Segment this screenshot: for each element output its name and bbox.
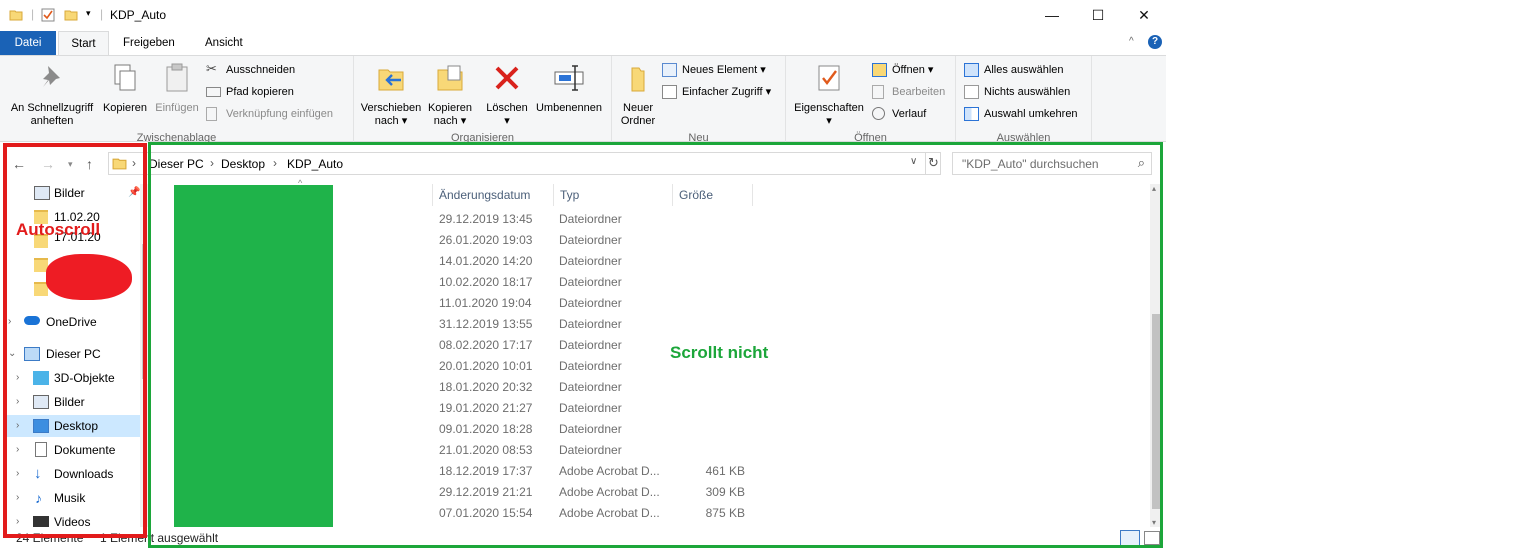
edit-button[interactable]: Bearbeiten — [872, 83, 945, 101]
paste-shortcut-label: Verknüpfung einfügen — [226, 108, 334, 120]
collapse-ribbon-icon[interactable]: ^ — [1129, 36, 1134, 47]
paste-shortcut-icon — [206, 107, 217, 121]
copy-to-button[interactable]: Kopieren nach ▾ — [424, 62, 476, 128]
select-all-button[interactable]: Alles auswählen — [964, 61, 1064, 79]
title-bar: | ▾ | KDP_Auto — ☐ ✕ — [0, 0, 1166, 31]
select-all-label: Alles auswählen — [984, 64, 1064, 76]
tab-datei[interactable]: Datei — [0, 31, 56, 55]
copy-path-label: Pfad kopieren — [226, 86, 294, 98]
easy-access-label: Einfacher Zugriff — [682, 86, 763, 98]
new-item-icon — [662, 63, 677, 77]
move-label-2: nach ▾ — [374, 115, 408, 127]
invert-selection-button[interactable]: Auswahl umkehren — [964, 105, 1078, 123]
rename-icon — [554, 65, 584, 91]
ribbon-tabs: Datei Start Freigeben Ansicht ^ ? — [0, 31, 1166, 56]
invert-selection-icon — [964, 107, 979, 121]
folder-icon — [9, 10, 23, 21]
move-to-button[interactable]: Verschieben nach ▾ — [358, 62, 424, 128]
ribbon: An Schnellzugriff anheften Kopieren Einf… — [0, 55, 1166, 144]
edit-icon — [872, 85, 884, 99]
delete-label: Löschen — [486, 102, 528, 114]
separator: | — [100, 7, 104, 21]
invert-selection-label: Auswahl umkehren — [984, 108, 1078, 120]
easy-access-button[interactable]: Einfacher Zugriff ▾ — [662, 83, 771, 101]
paste-button[interactable]: Einfügen — [152, 62, 202, 115]
annotation-autoscroll: Autoscroll — [16, 220, 101, 239]
window-title: KDP_Auto — [110, 8, 167, 22]
rename-label: Umbenennen — [535, 102, 603, 114]
group-organize: Verschieben nach ▾ Kopieren nach ▾ Lösch… — [354, 56, 612, 144]
properties-icon — [818, 65, 840, 91]
pin-label-1: An Schnellzugriff — [10, 102, 94, 114]
new-item-label: Neues Element — [682, 64, 758, 76]
close-button[interactable]: ✕ — [1121, 0, 1166, 31]
delete-button[interactable]: Löschen ▾ — [484, 62, 530, 128]
new-folder-icon — [631, 67, 645, 92]
properties-icon[interactable] — [41, 8, 55, 22]
pin-label-2: anheften — [30, 115, 74, 127]
separator: | — [31, 7, 35, 21]
copy-to-label-2: nach ▾ — [433, 115, 467, 127]
copy-folder-icon — [437, 65, 463, 91]
pin-quick-access-button[interactable]: An Schnellzugriff anheften — [6, 62, 98, 128]
cut-button[interactable]: ✂ Ausschneiden — [206, 61, 295, 79]
open-button[interactable]: Öffnen ▾ — [872, 61, 933, 79]
paste-label: Einfügen — [155, 102, 199, 114]
scissors-icon: ✂ — [206, 61, 217, 76]
properties-dropdown-icon[interactable]: ▾ — [790, 115, 868, 128]
rename-button[interactable]: Umbenennen — [532, 62, 606, 115]
group-open: Eigenschaften ▾ Öffnen ▾ Bearbeiten Verl… — [786, 56, 956, 144]
new-folder-button[interactable]: Neuer Ordner — [616, 62, 660, 128]
new-folder-label-1: Neuer — [623, 102, 653, 114]
copy-label: Kopieren — [102, 102, 148, 114]
move-label-1: Verschieben — [360, 102, 422, 114]
properties-label: Eigenschaften — [794, 102, 864, 114]
new-item-button[interactable]: Neues Element ▾ — [662, 61, 766, 79]
tab-ansicht[interactable]: Ansicht — [193, 31, 255, 55]
tab-start[interactable]: Start — [58, 31, 109, 56]
paste-shortcut-button[interactable]: Verknüpfung einfügen — [206, 105, 333, 123]
chevron-down-icon[interactable]: ▾ — [86, 8, 91, 19]
history-button[interactable]: Verlauf — [872, 105, 926, 123]
group-clipboard: An Schnellzugriff anheften Kopieren Einf… — [0, 56, 354, 144]
select-all-icon — [964, 63, 979, 77]
minimize-button[interactable]: — — [1029, 0, 1075, 31]
group-new: Neuer Ordner Neues Element ▾ Einfacher Z… — [612, 56, 786, 144]
new-folder-icon[interactable] — [64, 8, 78, 22]
copy-to-label-1: Kopieren — [427, 102, 473, 114]
annotation-scrollt-nicht: Scrollt nicht — [670, 343, 769, 362]
pin-icon — [43, 66, 60, 87]
copy-path-icon — [206, 87, 221, 97]
history-label: Verlauf — [892, 108, 927, 120]
no-scroll-highlight-box — [148, 142, 1163, 548]
edit-label: Bearbeiten — [892, 86, 946, 98]
move-folder-icon — [378, 69, 404, 91]
copy-button[interactable]: Kopieren — [100, 62, 150, 115]
select-none-icon — [964, 85, 979, 99]
select-none-label: Nichts auswählen — [984, 86, 1071, 98]
copy-path-button[interactable]: Pfad kopieren — [206, 83, 294, 101]
delete-dropdown-icon[interactable]: ▾ — [484, 115, 530, 128]
delete-icon — [495, 66, 519, 90]
paste-icon — [166, 63, 188, 92]
new-folder-label-2: Ordner — [620, 115, 656, 127]
open-label: Öffnen — [892, 64, 925, 76]
cut-label: Ausschneiden — [226, 64, 296, 76]
help-icon[interactable]: ? — [1148, 35, 1162, 49]
open-folder-icon — [872, 63, 887, 77]
easy-access-icon — [662, 85, 677, 99]
properties-button[interactable]: Eigenschaften ▾ — [790, 62, 868, 128]
maximize-button[interactable]: ☐ — [1075, 0, 1121, 31]
copy-icon — [114, 64, 136, 91]
autoscroll-highlight-box — [3, 143, 147, 538]
select-none-button[interactable]: Nichts auswählen — [964, 83, 1070, 101]
tab-freigeben[interactable]: Freigeben — [111, 31, 187, 55]
history-icon — [872, 107, 885, 120]
group-select: Alles auswählen Nichts auswählen Auswahl… — [956, 56, 1092, 144]
redaction-scribble — [46, 254, 132, 300]
